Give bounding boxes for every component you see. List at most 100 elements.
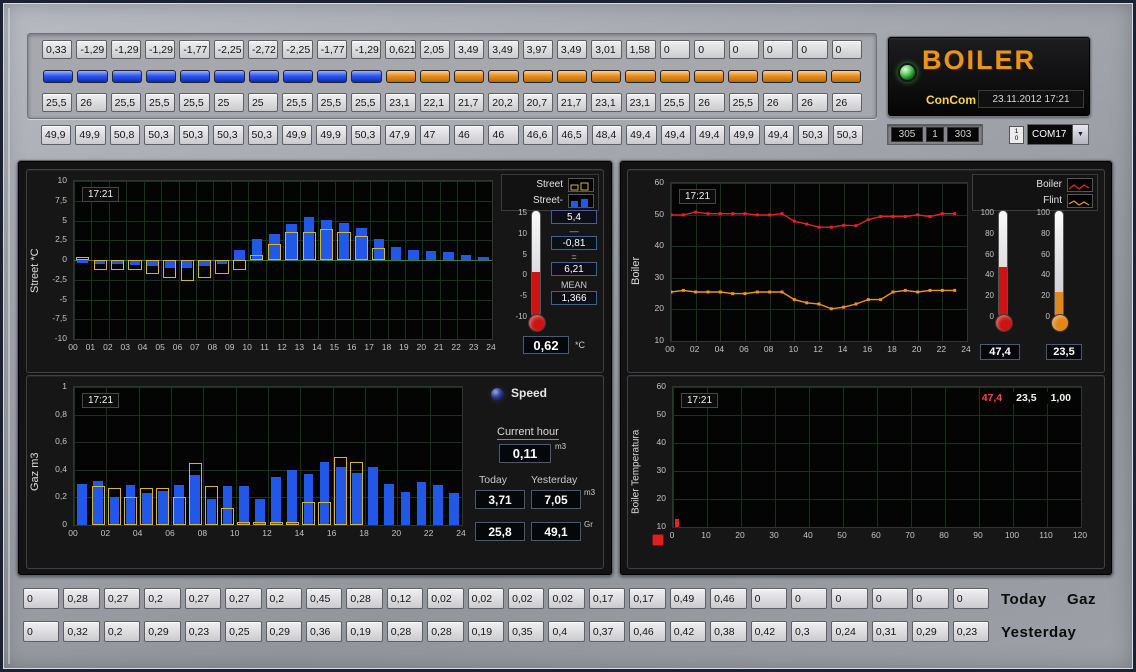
street-value-cell: 0 [728,40,759,59]
flint-value-cell: 25 [247,93,279,112]
gridline-h [74,299,492,301]
x-tick-label: 14 [837,344,848,354]
gridline-h [74,220,492,222]
gaz-yesterday-cell: 0,35 [508,621,545,642]
street-value-cell: -1,29 [110,40,141,59]
left-chart-panel: Street *C 10 7,5 5 2,5 0 -2,5 -5 -7,5 -10 17:21 … [17,160,613,576]
hour-led-blue [214,69,245,83]
street-time-chip: 17:21 [82,187,120,202]
street-fill-series-icon [568,193,594,208]
gridline-v [843,387,844,527]
gaz-yesterday-cell: 0,37 [588,621,626,642]
speed-label: Speed [511,386,548,400]
boiler-value-cell: 49,4 [763,125,795,145]
street-value-cell: 3,01 [591,40,622,59]
boiler-plot: 17:21 [670,182,968,342]
flint-value-cell: 25,5 [179,93,210,112]
gaz-yesterday-cell: 0,32 [63,621,100,642]
gaz-yesterday-cell: 0 [23,621,60,642]
street-hourly-row: 0,33 -1,29 -1,29 -1,29 -1,77 -2,25 -2,72 -2,25-… [42,40,862,59]
street-ref-bar [319,228,334,260]
legend-label: Street [536,179,563,190]
hour-led-orange [419,69,450,83]
gaz-yesterday-cell: 0,23 [184,621,222,642]
gaz-today-cell: 0,17 [629,588,666,609]
street-ref-bar [110,260,125,271]
gaz-today-cell: 0,02 [508,588,545,609]
boiler-value-cell: 50,3 [144,125,175,145]
gaz-today-cell: 0,2 [265,588,302,609]
y-tick-label: 10 [57,175,67,185]
btemp-current-bar [675,518,679,527]
street-value-cell: 0 [694,40,725,59]
flint-value-cell: 25 [213,93,244,112]
gaz-ref-bar [301,501,315,525]
street-ref-bar [93,260,107,271]
gridline-h [74,469,462,471]
x-tick-label: 14 [294,528,305,538]
gaz-today-cell: 0,28 [63,588,100,609]
boiler-chart-section: Boiler 60 50 40 30 20 10 17:21 00 02 04 06 08 10 12… [627,169,1105,373]
y-tick-label: 50 [656,409,666,419]
boiler-value-cell: 50,3 [213,125,244,145]
gaz-yesterday-row: 0 0,32 0,2 0,29 0,23 0,25 0,29 0,36 0,19 0,28 0,28… [23,621,990,642]
street-value-cell: 3,49 [453,40,485,59]
gaz-ref-bar [188,462,202,525]
gaz-today-cell: 0 [952,588,990,609]
y-tick-label: 1 [62,381,67,391]
street-ref-bar [163,260,177,278]
gridline-v [365,387,366,525]
flint-thermometer [1054,210,1064,318]
x-tick-label: 70 [905,530,915,540]
street-bar [408,249,419,260]
gridline-h [74,525,462,526]
btemp-rate-value: 1,00 [1050,392,1071,404]
gridline-v [1081,387,1082,527]
flint-value-cell: 22,1 [419,93,450,112]
street-legend: Street Street- [501,174,599,211]
x-tick-label: 110 [1039,530,1053,540]
x-tick-label: 16 [862,344,873,354]
x-tick-label: 10 [701,530,711,540]
hour-led-blue [317,69,348,83]
mean-label: MEAN [560,280,587,290]
boiler-value-cell: 49,9 [75,125,106,145]
gaz-yesterday-cell: 0,29 [144,621,181,642]
gaz-bar [384,483,395,525]
power-led-icon [898,63,917,82]
thermo-scale-label: 20 [985,291,994,301]
y-tick-label: 60 [656,381,666,391]
dropdown-arrow-icon[interactable]: ▼ [1072,125,1088,144]
hour-led-orange [522,69,553,83]
x-tick-label: 00 [665,344,675,354]
gaz-today-cell: 0,12 [386,588,424,609]
gaz-yesterday-cell: 0,2 [103,621,141,642]
com-port-select[interactable]: COM17 ▼ [1027,124,1089,145]
x-tick-label: 120 [1072,530,1088,540]
flint-value-cell: 25,5 [728,93,759,112]
street-value-cell: -1,29 [76,40,107,59]
speed-led[interactable] [489,386,506,403]
boiler-hmi-window: 0,33 -1,29 -1,29 -1,29 -1,77 -2,25 -2,72 -2,25-… [0,0,1136,672]
yesterday-row-label: Yesterday [1001,624,1077,641]
gridline-h [671,341,967,342]
x-tick-label: 40 [803,530,813,540]
gaz-today-cell: 0,02 [427,588,464,609]
gridline-v [492,181,493,339]
flint-value-cell: 26 [831,93,862,112]
btemp-boiler-value: 47,4 [981,392,1003,404]
gr-unit-label: Gr [584,520,593,529]
street-bar [460,255,472,260]
street-diff-readout: 6,21 [551,262,597,276]
x-tick-label: 18 [359,528,369,538]
x-tick-label: 90 [973,530,983,540]
gridline-h [673,387,1081,388]
street-side-cluster: Street Street- 15 10 5 0 -5 -10 5,4 — -0,81 = [499,172,601,370]
gridline-v [967,183,968,341]
flint-value-cell: 26 [797,93,828,112]
y-tick-label: 2,5 [55,234,67,245]
gaz-yesterday-total: 7,05 [531,490,581,509]
gridline-h [74,442,462,444]
flint-value-cell: 21,7 [556,93,588,112]
legend-label: Flint [1043,195,1062,206]
